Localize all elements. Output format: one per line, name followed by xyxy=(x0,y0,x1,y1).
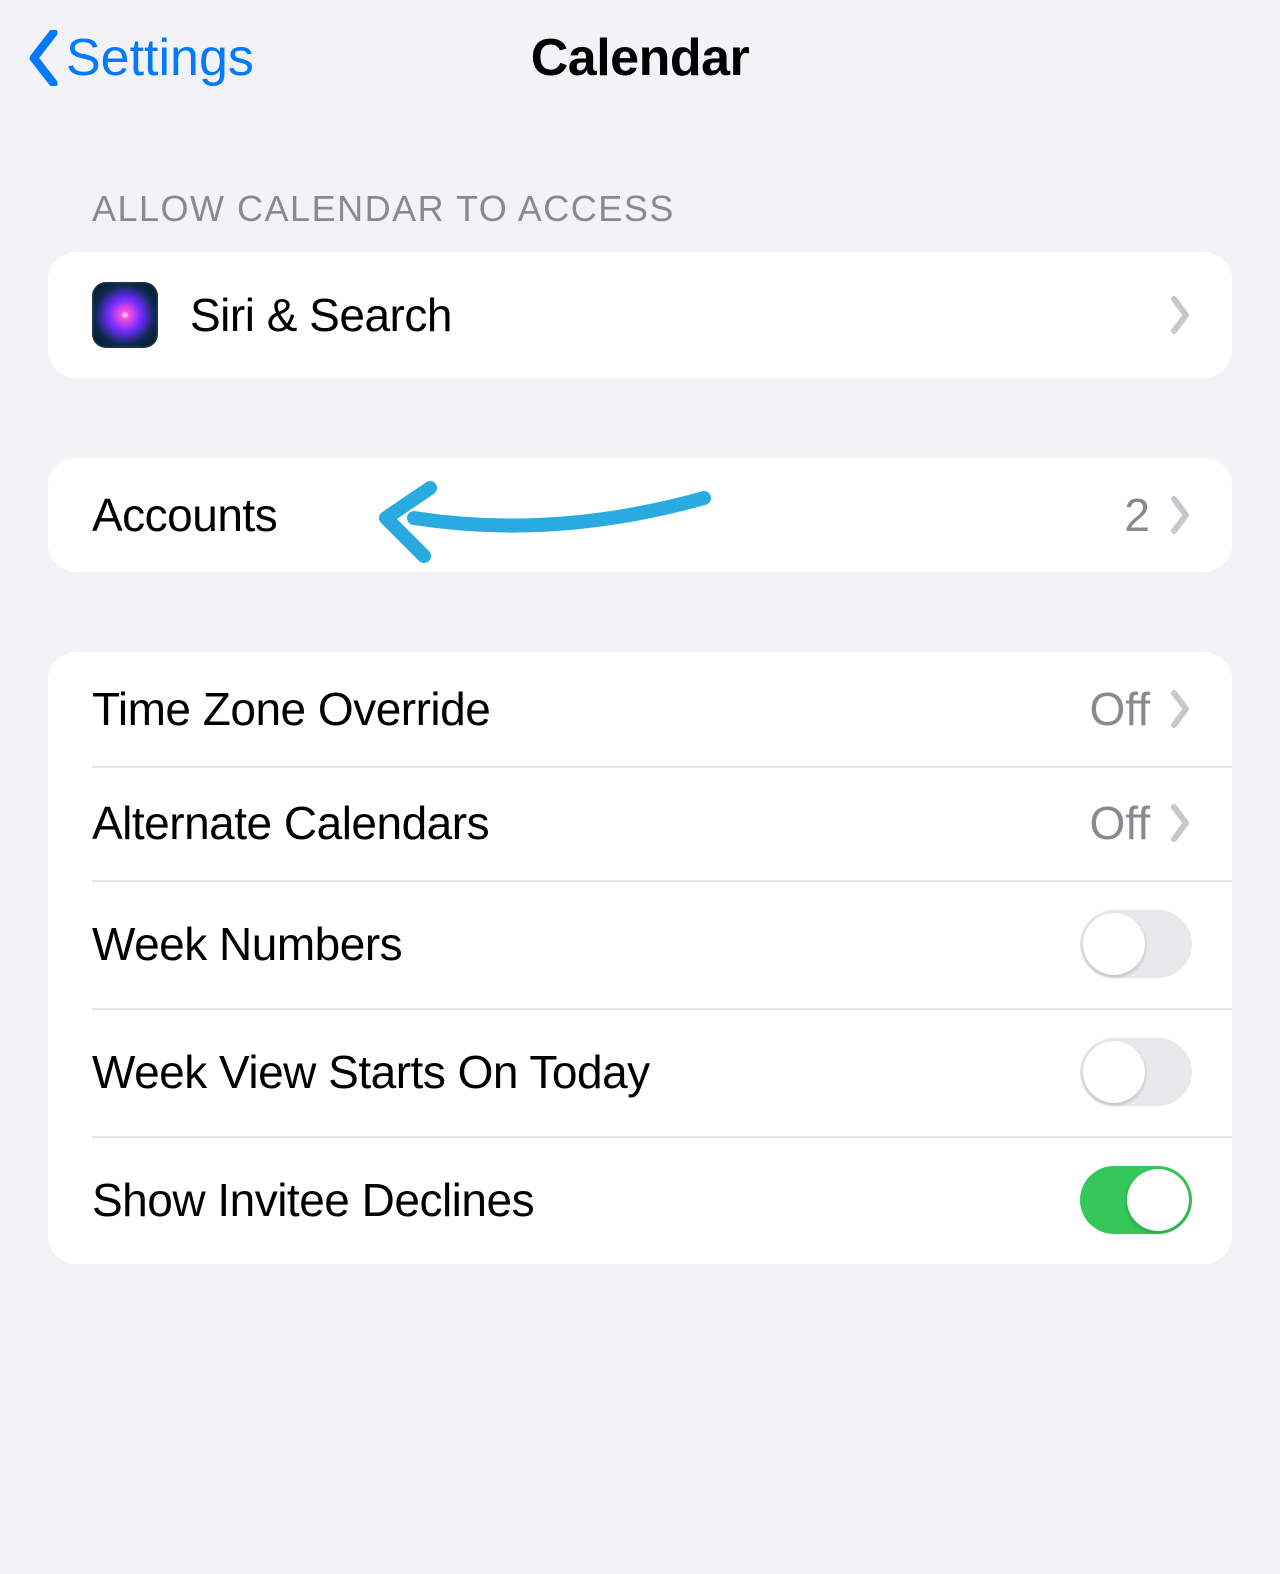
chevron-left-icon xyxy=(28,30,62,86)
row-siri-search[interactable]: Siri & Search xyxy=(48,252,1232,378)
page-title: Calendar xyxy=(531,28,750,88)
row-value: Off xyxy=(1089,796,1150,850)
chevron-right-icon xyxy=(1168,803,1192,843)
back-label: Settings xyxy=(66,28,254,88)
row-label: Alternate Calendars xyxy=(92,796,1089,850)
nav-bar: Settings Calendar xyxy=(0,0,1280,128)
row-show-invitee-declines[interactable]: Show Invitee Declines xyxy=(48,1136,1232,1264)
back-button[interactable]: Settings xyxy=(28,28,254,88)
row-label: Siri & Search xyxy=(190,288,1168,342)
row-label: Week View Starts On Today xyxy=(92,1045,1080,1099)
row-label: Show Invitee Declines xyxy=(92,1173,1080,1227)
row-alternate-calendars[interactable]: Alternate Calendars Off xyxy=(48,766,1232,880)
row-label: Week Numbers xyxy=(92,917,1080,971)
chevron-right-icon xyxy=(1168,495,1192,535)
toggle-week-numbers[interactable] xyxy=(1080,910,1192,978)
row-value: Off xyxy=(1089,682,1150,736)
group-accounts: Accounts 2 xyxy=(48,458,1232,572)
row-label: Accounts xyxy=(92,488,1124,542)
row-label: Time Zone Override xyxy=(92,682,1089,736)
toggle-week-view-starts-today[interactable] xyxy=(1080,1038,1192,1106)
siri-icon xyxy=(92,282,158,348)
group-access: Siri & Search xyxy=(48,252,1232,378)
row-accounts[interactable]: Accounts 2 xyxy=(48,458,1232,572)
row-week-numbers[interactable]: Week Numbers xyxy=(48,880,1232,1008)
toggle-show-invitee-declines[interactable] xyxy=(1080,1166,1192,1234)
row-value: 2 xyxy=(1124,488,1150,542)
row-time-zone-override[interactable]: Time Zone Override Off xyxy=(48,652,1232,766)
group-calendar-options: Time Zone Override Off Alternate Calenda… xyxy=(48,652,1232,1264)
chevron-right-icon xyxy=(1168,689,1192,729)
chevron-right-icon xyxy=(1168,295,1192,335)
section-header-access: ALLOW CALENDAR TO ACCESS xyxy=(0,128,1280,252)
row-week-view-starts-today[interactable]: Week View Starts On Today xyxy=(48,1008,1232,1136)
